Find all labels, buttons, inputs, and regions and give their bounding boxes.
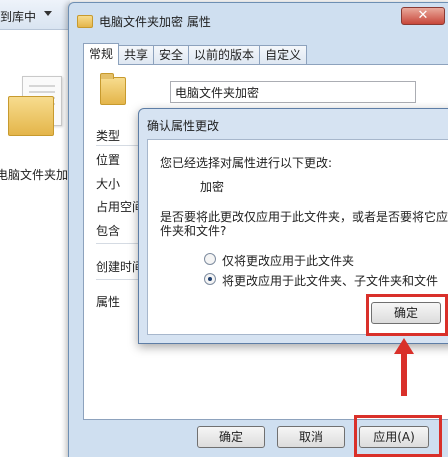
attributes-label: 属性: [96, 295, 121, 309]
confirm-question-text-2: 件夹和文件?: [160, 224, 227, 238]
created-label: 创建时间: [96, 260, 145, 274]
tab-security[interactable]: 安全: [153, 45, 190, 65]
size-label: 大小: [96, 177, 121, 191]
ok-button[interactable]: 确定: [197, 426, 265, 448]
confirm-ok-button[interactable]: 确定: [371, 302, 441, 324]
explorer-toolbar: 到库中: [0, 0, 70, 30]
folder-icon: [100, 73, 126, 105]
annotation-arrow-shaft: [401, 352, 407, 396]
location-label: 位置: [96, 153, 121, 167]
tab-general[interactable]: 常规: [83, 43, 120, 65]
properties-titlebar: 电脑文件夹加密 属性: [77, 11, 211, 31]
close-button[interactable]: ✕: [401, 7, 445, 25]
tab-previous-versions[interactable]: 以前的版本: [188, 45, 261, 65]
breadcrumb[interactable]: 到库中: [0, 8, 36, 25]
folder-icon: [77, 14, 93, 28]
radio-this-folder-only[interactable]: [204, 253, 216, 265]
explorer-file-pane: 电脑文件夹加密: [0, 30, 80, 457]
chevron-down-icon[interactable]: [44, 11, 52, 16]
folder-item[interactable]: 电脑文件夹加密: [0, 70, 80, 182]
apply-highlight-box: [354, 415, 442, 457]
tab-customize[interactable]: 自定义: [259, 45, 308, 65]
radio-label-this-folder-only[interactable]: 仅将更改应用于此文件夹: [222, 252, 354, 269]
tab-sharing[interactable]: 共享: [118, 45, 155, 65]
confirm-dialog: 确认属性更改 您已经选择对属性进行以下更改: 加密 是否要将此更改仅应用于此文件…: [138, 108, 448, 344]
folder-icon: [8, 96, 54, 136]
properties-title: 电脑文件夹加密 属性: [99, 14, 211, 29]
cancel-button[interactable]: 取消: [277, 426, 345, 448]
confirm-change-text: 加密: [200, 180, 225, 194]
size-on-disk-label: 占用空间: [96, 200, 145, 214]
properties-tabs: 常规 共享 安全 以前的版本 自定义: [83, 43, 308, 65]
radio-folder-subfolders-files[interactable]: [204, 273, 216, 285]
folder-name-field[interactable]: [170, 81, 416, 103]
type-label: 类型: [96, 129, 121, 143]
confirm-dialog-title: 确认属性更改: [147, 119, 220, 133]
confirm-intro-text: 您已经选择对属性进行以下更改:: [160, 156, 333, 170]
contains-label: 包含: [96, 224, 121, 238]
radio-label-folder-subfolders-files[interactable]: 将更改应用于此文件夹、子文件夹和文件: [222, 272, 438, 289]
confirm-dialog-body: 您已经选择对属性进行以下更改: 加密 是否要将此更改仅应用于此文件夹，或者是否要…: [147, 139, 448, 336]
